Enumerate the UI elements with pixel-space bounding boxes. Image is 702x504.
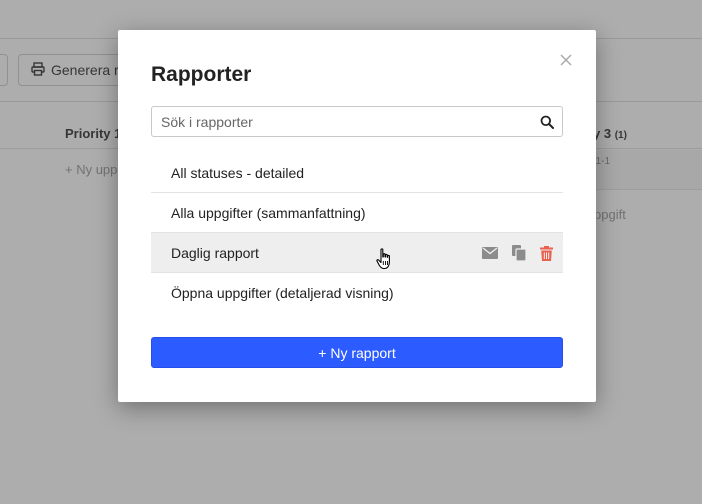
reports-modal: Rapporter All statuses - detailed Alla u… [118,30,596,402]
report-list: All statuses - detailed Alla uppgifter (… [151,153,563,313]
search-input[interactable] [152,107,532,136]
mail-icon[interactable] [482,247,498,259]
report-item-label: Alla uppgifter (sammanfattning) [171,204,366,221]
modal-title: Rapporter [151,63,252,86]
hand-cursor-icon [376,248,394,275]
new-report-button[interactable]: + Ny rapport [151,337,563,368]
report-item-label: Daglig rapport [171,244,259,261]
search-icon[interactable] [532,107,562,136]
report-row-actions [482,233,553,273]
search-box [151,106,563,137]
report-item[interactable]: Alla uppgifter (sammanfattning) [151,193,563,233]
copy-icon[interactable] [512,245,526,261]
report-item[interactable]: All statuses - detailed [151,153,563,193]
report-item-label: All statuses - detailed [171,164,305,181]
report-item[interactable]: Daglig rapport [151,233,563,273]
report-item-label: Öppna uppgifter (detaljerad visning) [171,285,394,301]
trash-icon[interactable] [540,245,553,261]
report-item[interactable]: Öppna uppgifter (detaljerad visning) [151,273,563,313]
close-icon[interactable] [558,52,574,68]
